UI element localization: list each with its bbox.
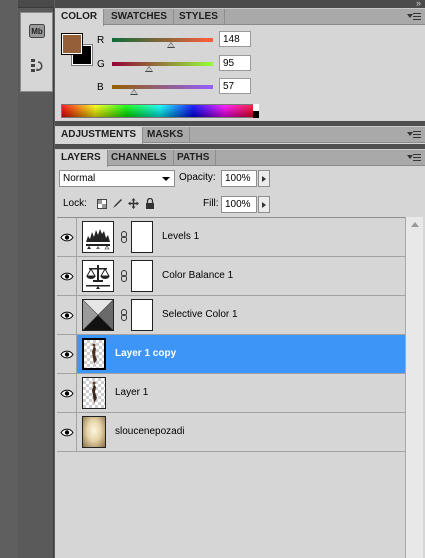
- mini-bridge-icon[interactable]: Mb: [28, 22, 46, 40]
- panel-top-grip[interactable]: »: [55, 0, 425, 8]
- color-panel-menu-icon[interactable]: [407, 13, 421, 21]
- levels-adjustment-icon: [82, 221, 114, 253]
- blend-mode-value: Normal: [63, 173, 96, 184]
- layer-row-levels-1[interactable]: Levels 1: [57, 218, 405, 257]
- green-track[interactable]: [112, 62, 213, 66]
- opacity-slider-button[interactable]: [258, 170, 270, 187]
- panels-area: » COLOR SWATCHES STYLES R G B ADJUSTMENT…: [55, 0, 425, 558]
- tab-color[interactable]: COLOR: [55, 9, 105, 26]
- left-dock: Mb: [0, 0, 55, 558]
- red-slider[interactable]: R: [95, 31, 295, 48]
- selective-color-adjustment-icon: [82, 299, 114, 331]
- red-label: R: [97, 35, 105, 46]
- opacity-label: Opacity:: [179, 172, 216, 183]
- color-spectrum-bar[interactable]: [61, 104, 259, 118]
- blue-slider[interactable]: B: [95, 78, 295, 95]
- layers-tabbar: LAYERS CHANNELS PATHS: [55, 149, 425, 167]
- layer-thumbnail[interactable]: [82, 377, 106, 409]
- layer-name[interactable]: Color Balance 1: [162, 270, 233, 281]
- lock-all-icon[interactable]: [144, 198, 155, 209]
- layers-scrollbar[interactable]: [405, 217, 423, 558]
- lock-label: Lock:: [63, 198, 87, 209]
- visibility-eye-icon[interactable]: [57, 296, 77, 334]
- blue-thumb[interactable]: [130, 89, 139, 95]
- tab-adjustments[interactable]: ADJUSTMENTS: [55, 127, 144, 144]
- layer-thumbnail[interactable]: [82, 416, 106, 448]
- layers-panel-menu-icon[interactable]: [407, 154, 421, 162]
- left-dock-grip[interactable]: [18, 0, 54, 8]
- layer-row-selective-color-1[interactable]: Selective Color 1: [57, 296, 405, 335]
- layer-mask-thumbnail[interactable]: [131, 260, 153, 292]
- lock-transparent-icon[interactable]: [96, 198, 107, 209]
- color-balance-adjustment-icon: [82, 260, 114, 292]
- fill-field[interactable]: 100%: [221, 196, 257, 213]
- blue-value-field[interactable]: [219, 78, 251, 94]
- lock-image-pixels-icon[interactable]: [112, 198, 123, 209]
- fill-label: Fill:: [203, 198, 219, 209]
- foreground-color-swatch[interactable]: [61, 33, 83, 55]
- dock-tool-group: Mb: [20, 12, 53, 92]
- lock-options: [96, 198, 155, 210]
- red-thumb[interactable]: [166, 42, 175, 48]
- visibility-eye-icon[interactable]: [57, 374, 77, 412]
- history-icon[interactable]: [28, 57, 46, 75]
- layer-name[interactable]: sloucenepozadi: [115, 426, 185, 437]
- layer-row-layer-1[interactable]: Layer 1: [57, 374, 405, 413]
- tab-paths[interactable]: PATHS: [171, 150, 217, 166]
- black-white-ramp[interactable]: [253, 104, 259, 118]
- mask-link-icon[interactable]: [120, 231, 128, 243]
- layer-mask-thumbnail[interactable]: [131, 299, 153, 331]
- layer-name[interactable]: Selective Color 1: [162, 309, 238, 320]
- tab-layers[interactable]: LAYERS: [55, 150, 108, 167]
- blend-mode-select[interactable]: Normal: [59, 170, 175, 187]
- green-slider[interactable]: G: [95, 55, 295, 72]
- color-tabbar: COLOR SWATCHES STYLES: [55, 8, 425, 26]
- layer-name[interactable]: Levels 1: [162, 231, 199, 242]
- mini-bridge-text: Mb: [31, 27, 43, 36]
- tab-swatches[interactable]: SWATCHES: [105, 9, 174, 25]
- green-value-field[interactable]: [219, 55, 251, 71]
- layer-mask-thumbnail[interactable]: [131, 221, 153, 253]
- layer-thumbnail[interactable]: [82, 338, 106, 370]
- layer-name[interactable]: Layer 1 copy: [115, 348, 176, 359]
- tab-styles[interactable]: STYLES: [173, 9, 225, 25]
- blue-track[interactable]: [112, 85, 213, 89]
- layer-name[interactable]: Layer 1: [115, 387, 148, 398]
- layers-list: Levels 1 Color Balance 1 Selective Color…: [57, 217, 405, 558]
- opacity-field[interactable]: 100%: [221, 170, 257, 187]
- layer-row-sloucenepozadi[interactable]: sloucenepozadi: [57, 413, 405, 452]
- red-value-field[interactable]: [219, 31, 251, 47]
- mask-link-icon[interactable]: [120, 309, 128, 321]
- lock-position-icon[interactable]: [128, 198, 139, 209]
- green-label: G: [97, 59, 105, 70]
- layer-row-layer-1-copy[interactable]: Layer 1 copy: [57, 335, 405, 374]
- fill-slider-button[interactable]: [258, 196, 270, 213]
- layer-row-color-balance-1[interactable]: Color Balance 1: [57, 257, 405, 296]
- chevron-down-icon: [162, 177, 170, 181]
- visibility-eye-icon[interactable]: [57, 218, 77, 256]
- tab-channels[interactable]: CHANNELS: [105, 150, 174, 166]
- tab-masks[interactable]: MASKS: [141, 127, 191, 143]
- visibility-eye-icon[interactable]: [57, 257, 77, 295]
- collapse-chevron-icon[interactable]: »: [416, 0, 421, 8]
- mask-link-icon[interactable]: [120, 270, 128, 282]
- adjustments-panel-menu-icon[interactable]: [407, 131, 421, 139]
- visibility-eye-icon[interactable]: [57, 413, 77, 451]
- green-thumb[interactable]: [145, 66, 154, 72]
- red-track[interactable]: [112, 38, 213, 42]
- blue-label: B: [97, 82, 104, 93]
- adjustments-tabbar: ADJUSTMENTS MASKS: [55, 126, 425, 144]
- scroll-up-arrow-icon[interactable]: [411, 222, 419, 227]
- visibility-eye-icon[interactable]: [57, 335, 77, 373]
